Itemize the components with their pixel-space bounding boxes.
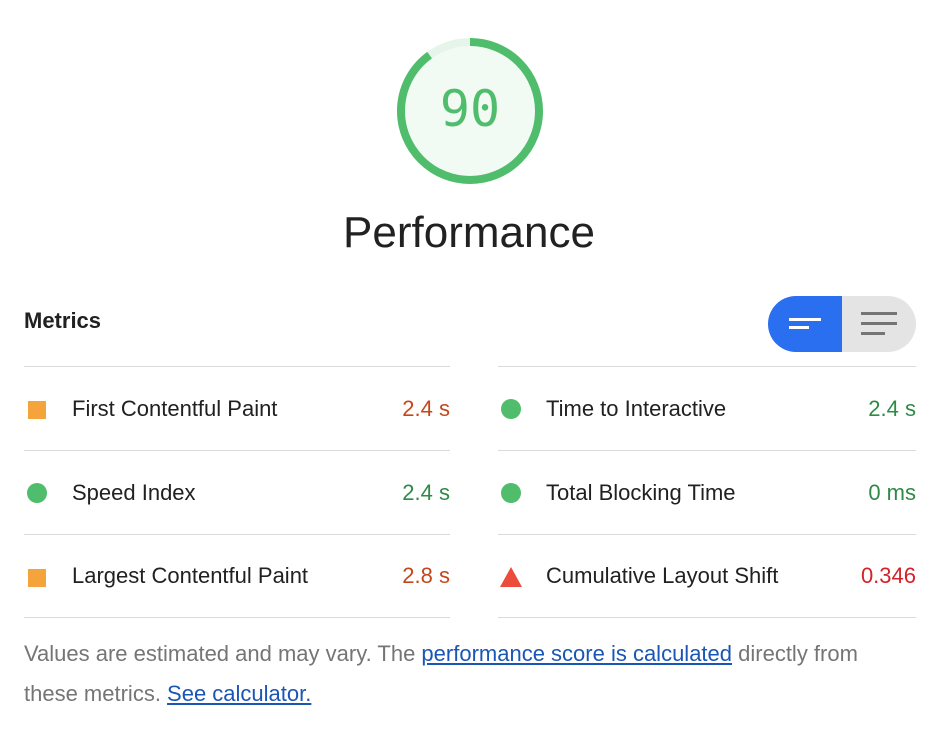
pass-circle-icon [501, 399, 521, 419]
metric-cumulative-layout-shift: Cumulative Layout Shift 0.346 [498, 534, 916, 618]
metric-value: 0 ms [868, 479, 916, 505]
metrics-column-right: Time to Interactive 2.4 s Total Blocking… [498, 366, 916, 618]
metric-value: 2.4 s [402, 395, 450, 421]
compact-lines-icon [789, 318, 821, 329]
metric-label: Largest Contentful Paint [72, 563, 309, 588]
metric-value: 0.346 [860, 563, 916, 588]
metric-label: Time to Interactive [546, 395, 727, 421]
note-text: Values are estimated and may vary. The [24, 641, 422, 666]
metric-label: Cumulative Layout Shift [546, 563, 779, 588]
metric-value: 2.4 s [402, 479, 450, 505]
metrics-view-toggle[interactable] [768, 296, 916, 352]
gauge-score: 90 [439, 80, 501, 138]
metric-time-to-interactive: Time to Interactive 2.4 s [498, 366, 916, 450]
metrics-header: Metrics [24, 308, 102, 333]
see-calculator-link[interactable]: See calculator. [167, 681, 311, 706]
metric-label: First Contentful Paint [72, 395, 278, 421]
pass-circle-icon [27, 483, 47, 503]
gauge-title: Performance [343, 208, 595, 257]
metric-largest-contentful-paint: Largest Contentful Paint 2.8 s [24, 534, 450, 618]
expanded-view-button[interactable] [842, 296, 916, 352]
metric-total-blocking-time: Total Blocking Time 0 ms [498, 450, 916, 534]
performance-gauge: 90 [396, 37, 544, 185]
expanded-lines-icon [861, 312, 897, 335]
metric-speed-index: Speed Index 2.4 s [24, 450, 450, 534]
metric-label: Speed Index [72, 479, 196, 505]
metric-value: 2.8 s [402, 563, 450, 588]
compact-view-button[interactable] [768, 296, 842, 352]
performance-score-link[interactable]: performance score is calculated [421, 641, 732, 666]
metrics-note: Values are estimated and may vary. The p… [24, 634, 916, 714]
metric-value: 2.4 s [868, 395, 916, 421]
pass-circle-icon [501, 483, 521, 503]
fail-triangle-icon [500, 567, 522, 587]
metrics-column-left: First Contentful Paint 2.4 s Speed Index… [24, 366, 450, 618]
metric-label: Total Blocking Time [546, 479, 736, 505]
average-square-icon [28, 401, 46, 419]
average-square-icon [28, 569, 46, 587]
metric-first-contentful-paint: First Contentful Paint 2.4 s [24, 366, 450, 450]
